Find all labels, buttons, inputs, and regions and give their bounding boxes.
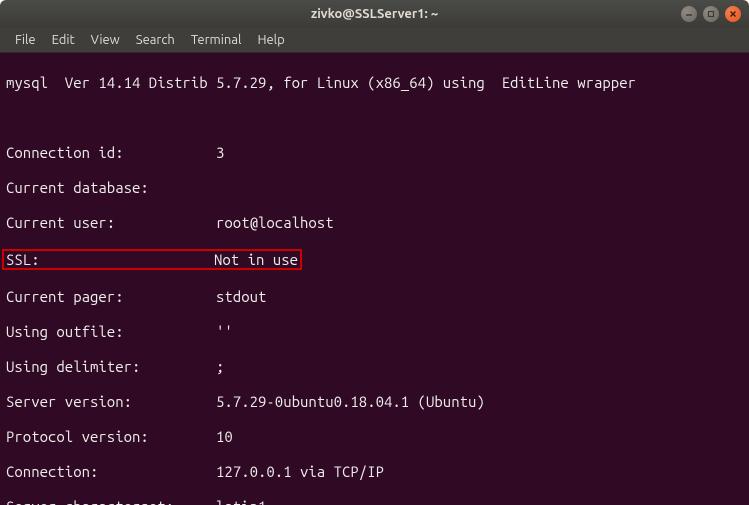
close-icon xyxy=(729,10,737,18)
window-title: zivko@SSLServer1: ~ xyxy=(311,7,438,21)
menu-bar: File Edit View Search Terminal Help xyxy=(0,28,749,53)
field-connection: Connection:127.0.0.1 via TCP/IP xyxy=(6,463,743,481)
field-using-outfile: Using outfile:'' xyxy=(6,323,743,341)
terminal-output[interactable]: mysql Ver 14.14 Distrib 5.7.29, for Linu… xyxy=(0,53,749,505)
ssl-highlight-box: SSL:Not in use xyxy=(2,249,302,271)
field-ssl-highlighted: SSL:Not in use xyxy=(6,249,743,271)
menu-help[interactable]: Help xyxy=(250,30,291,50)
minimize-icon xyxy=(685,10,693,18)
title-bar: zivko@SSLServer1: ~ xyxy=(0,0,749,28)
minimize-button[interactable] xyxy=(681,6,697,22)
field-connection-id: Connection id:3 xyxy=(6,144,743,162)
mysql-version-line: mysql Ver 14.14 Distrib 5.7.29, for Linu… xyxy=(6,74,743,92)
close-button[interactable] xyxy=(725,6,741,22)
menu-edit[interactable]: Edit xyxy=(45,30,82,50)
maximize-button[interactable] xyxy=(703,6,719,22)
field-server-characterset: Server characterset:latin1 xyxy=(6,498,743,505)
field-using-delimiter: Using delimiter:; xyxy=(6,358,743,376)
field-server-version: Server version:5.7.29-0ubuntu0.18.04.1 (… xyxy=(6,393,743,411)
field-current-user: Current user:root@localhost xyxy=(6,214,743,232)
field-current-pager: Current pager:stdout xyxy=(6,288,743,306)
menu-terminal[interactable]: Terminal xyxy=(184,30,249,50)
field-current-database: Current database: xyxy=(6,179,743,197)
window-controls xyxy=(681,6,741,22)
menu-view[interactable]: View xyxy=(84,30,127,50)
maximize-icon xyxy=(707,10,715,18)
field-protocol-version: Protocol version:10 xyxy=(6,428,743,446)
menu-search[interactable]: Search xyxy=(129,30,182,50)
menu-file[interactable]: File xyxy=(8,30,43,50)
blank-line xyxy=(6,109,743,127)
